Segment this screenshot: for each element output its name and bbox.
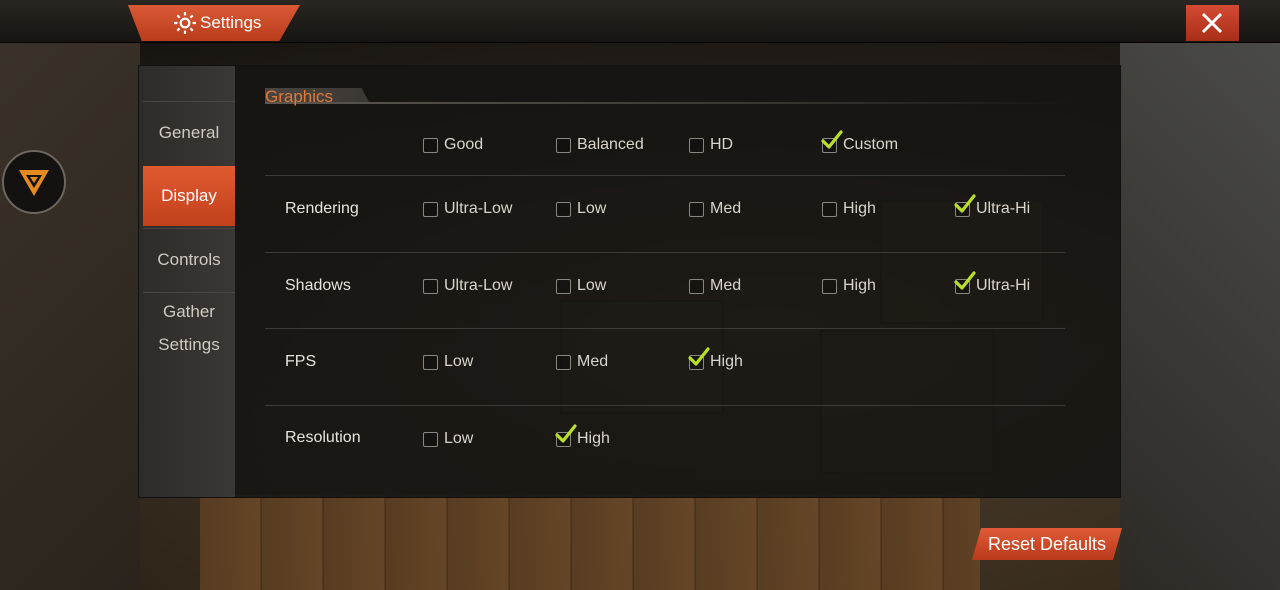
resolution-high-checkbox[interactable]: High xyxy=(555,423,610,448)
option-label: Ultra-Hi xyxy=(976,200,1031,217)
reset-defaults-label: Reset Defaults xyxy=(987,534,1107,554)
option-label: Med xyxy=(577,353,609,370)
shadows-label: Shadows xyxy=(285,277,351,294)
resolution-low-checkbox[interactable]: Low xyxy=(423,430,473,448)
preset-hd-label: HD xyxy=(710,136,734,153)
checkbox-box xyxy=(954,193,976,217)
checkbox-box xyxy=(423,278,438,294)
shadows-high-checkbox[interactable]: High xyxy=(822,277,876,295)
checkbox-box xyxy=(689,201,704,217)
option-label: High xyxy=(710,353,743,370)
checkbox-box xyxy=(555,423,577,447)
option-label: High xyxy=(843,200,876,217)
tab-controls[interactable]: Controls xyxy=(143,228,235,291)
settings-sidebar: General Display Controls Gather Settings xyxy=(139,66,235,497)
option-label: Low xyxy=(444,430,474,447)
shadows-low-checkbox[interactable]: Low xyxy=(556,277,606,295)
preset-balanced-checkbox[interactable]: Balanced xyxy=(556,136,644,154)
checkbox-box xyxy=(556,278,571,294)
shadows-ultra-low-checkbox[interactable]: Ultra-Low xyxy=(423,277,512,295)
rendering-ultra-low-checkbox[interactable]: Ultra-Low xyxy=(423,200,512,218)
row-divider xyxy=(265,175,1065,176)
rendering-med-checkbox[interactable]: Med xyxy=(689,200,741,218)
window-title: Settings xyxy=(200,13,262,32)
option-label: Low xyxy=(577,277,607,294)
close-button[interactable] xyxy=(1186,5,1239,41)
preset-good-checkbox[interactable]: Good xyxy=(423,136,483,154)
background-wall-left xyxy=(0,40,140,590)
tab-gather-label-line1: Gather xyxy=(163,302,215,321)
checkbox-box xyxy=(822,278,837,294)
option-label: Low xyxy=(444,353,474,370)
tab-display[interactable]: Display xyxy=(143,166,235,226)
option-label: High xyxy=(843,277,876,294)
row-divider xyxy=(265,252,1065,253)
checkbox-box xyxy=(423,354,438,370)
shadows-med-checkbox[interactable]: Med xyxy=(689,277,741,295)
option-label: High xyxy=(577,430,610,447)
tab-gather-settings[interactable]: Gather Settings xyxy=(143,292,235,365)
preset-custom-label: Custom xyxy=(843,136,899,153)
checkmark-icon xyxy=(954,193,976,213)
fps-low-checkbox[interactable]: Low xyxy=(423,353,473,371)
checkbox-box xyxy=(556,201,571,217)
section-title-graphics: Graphics xyxy=(265,87,334,106)
checkbox-box xyxy=(822,201,837,217)
checkbox-box xyxy=(556,137,571,153)
checkbox-box xyxy=(689,278,704,294)
gear-icon xyxy=(174,12,196,34)
row-divider xyxy=(265,328,1065,329)
background-wall-right xyxy=(1120,40,1280,590)
checkbox-box xyxy=(821,129,843,153)
checkmark-icon xyxy=(821,129,843,149)
fps-high-checkbox[interactable]: High xyxy=(688,346,743,371)
checkbox-box xyxy=(423,137,438,153)
close-icon xyxy=(1201,12,1223,34)
rendering-high-checkbox[interactable]: High xyxy=(822,200,876,218)
checkbox-box xyxy=(689,137,704,153)
checkmark-icon xyxy=(954,270,976,290)
tab-gather-label-line2: Settings xyxy=(158,335,220,354)
side-badge-button[interactable] xyxy=(2,150,66,214)
fps-med-checkbox[interactable]: Med xyxy=(556,353,608,371)
preset-custom-checkbox[interactable]: Custom xyxy=(821,129,899,154)
display-content: Graphics Good Balanced HD Custom Renderi… xyxy=(235,66,1120,497)
option-label: Med xyxy=(710,277,742,294)
checkmark-icon xyxy=(688,346,710,366)
rendering-ultra-hi-checkbox[interactable]: Ultra-Hi xyxy=(954,193,1031,218)
background-floor xyxy=(200,495,980,590)
tab-general-label: General xyxy=(158,123,220,142)
triangle-badge-icon xyxy=(19,170,49,196)
reset-defaults-button[interactable]: Reset Defaults xyxy=(972,528,1122,560)
option-label: Ultra-Hi xyxy=(976,277,1031,294)
checkbox-box xyxy=(556,354,571,370)
option-label: Ultra-Low xyxy=(444,200,513,217)
row-divider xyxy=(265,405,1065,406)
option-label: Ultra-Low xyxy=(444,277,513,294)
preset-balanced-label: Balanced xyxy=(577,136,644,153)
fps-label: FPS xyxy=(285,353,317,370)
shadows-ultra-hi-checkbox[interactable]: Ultra-Hi xyxy=(954,270,1031,295)
option-label: Med xyxy=(710,200,742,217)
settings-panel: General Display Controls Gather Settings… xyxy=(138,65,1121,498)
checkmark-icon xyxy=(555,423,577,443)
tab-display-label: Display xyxy=(161,186,217,205)
resolution-label: Resolution xyxy=(285,429,361,446)
rendering-low-checkbox[interactable]: Low xyxy=(556,200,606,218)
checkbox-box xyxy=(423,201,438,217)
section-divider xyxy=(265,102,1075,104)
option-label: Low xyxy=(577,200,607,217)
rendering-label: Rendering xyxy=(285,200,359,217)
preset-good-label: Good xyxy=(444,136,484,153)
checkbox-box xyxy=(688,346,710,370)
preset-hd-checkbox[interactable]: HD xyxy=(689,136,733,154)
top-bar: Settings xyxy=(0,0,1280,43)
checkbox-box xyxy=(423,431,438,447)
tab-controls-label: Controls xyxy=(157,250,221,269)
checkbox-box xyxy=(954,270,976,294)
tab-general[interactable]: General xyxy=(143,101,235,164)
